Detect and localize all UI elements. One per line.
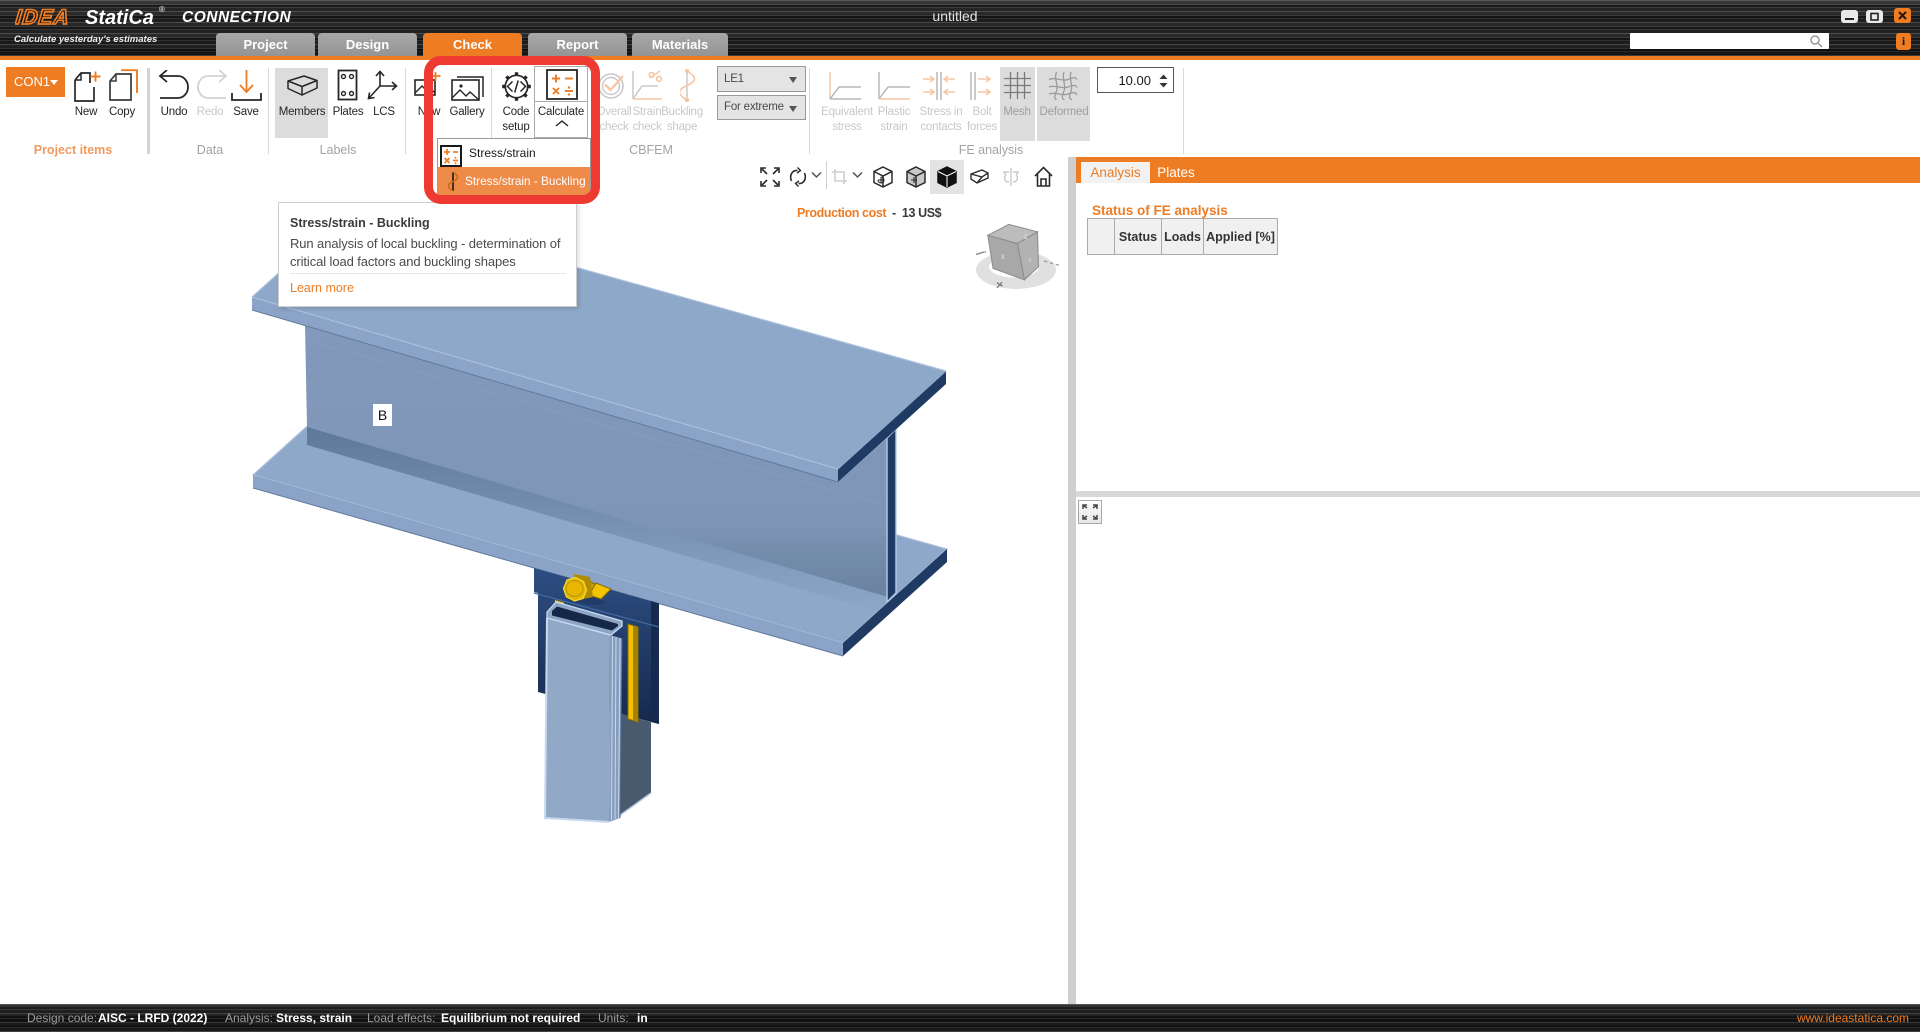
svg-text:Z: Z <box>1024 235 1028 241</box>
svg-text:IDEA: IDEA <box>15 6 71 29</box>
svg-text:X: X <box>1001 255 1005 261</box>
svg-text:Y: Y <box>1028 259 1032 265</box>
